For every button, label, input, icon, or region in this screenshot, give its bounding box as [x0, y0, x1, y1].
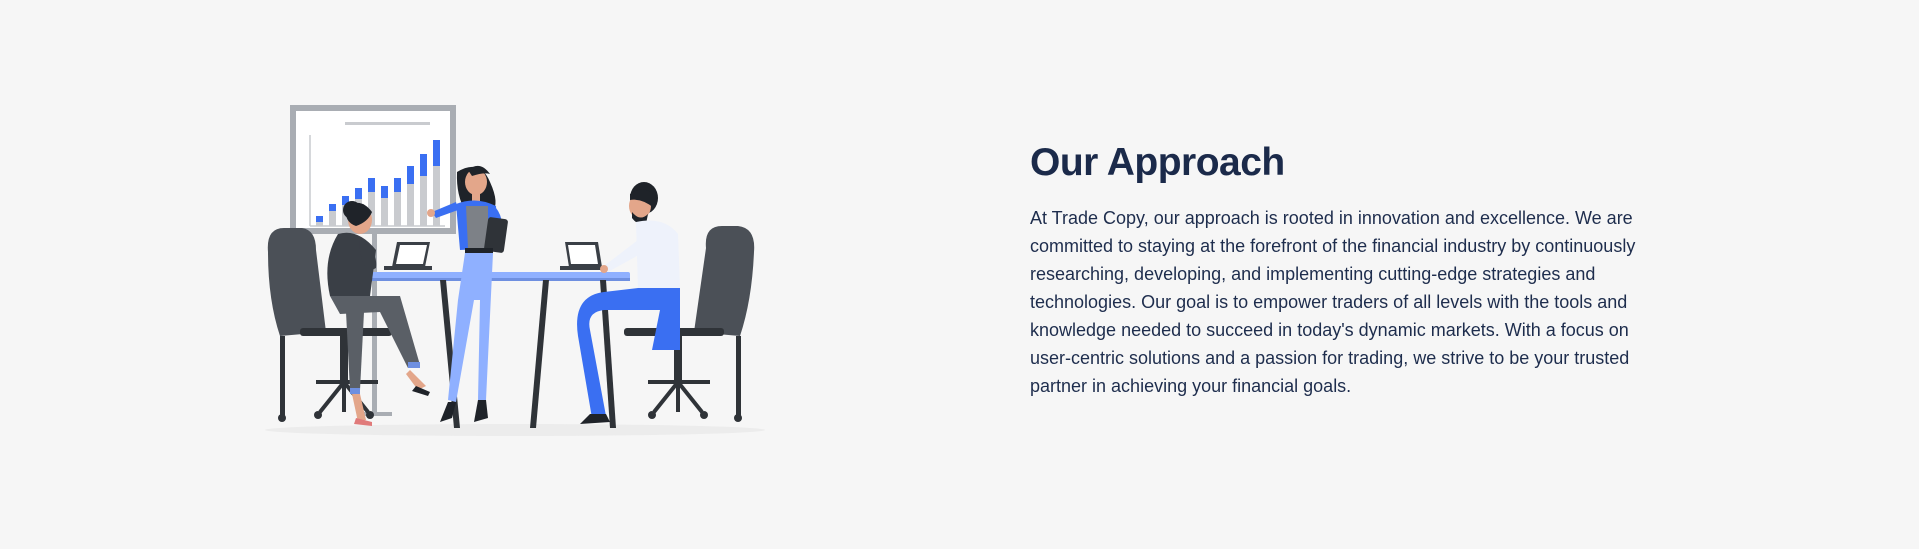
board-bar-top — [316, 216, 323, 222]
section-title: Our Approach — [1030, 141, 1285, 184]
board-bar-top — [355, 188, 362, 199]
approach-content: Our Approach At Trade Copy, our approach… — [1030, 140, 1690, 400]
board-bar-top — [420, 154, 427, 176]
seated-man — [577, 182, 680, 424]
laptop — [384, 242, 432, 270]
board-bar-top — [368, 178, 375, 192]
section-description: At Trade Copy, our approach is rooted in… — [1030, 208, 1636, 396]
board-bar-top — [433, 140, 440, 166]
board-bar-top — [394, 178, 401, 192]
approach-section: Our Approach At Trade Copy, our approach… — [0, 0, 1919, 549]
board-bar-top — [381, 186, 388, 198]
board-bar-top — [407, 166, 414, 184]
board-bar-top — [329, 204, 336, 211]
laptop — [560, 242, 606, 270]
team-meeting-illustration — [260, 100, 770, 440]
